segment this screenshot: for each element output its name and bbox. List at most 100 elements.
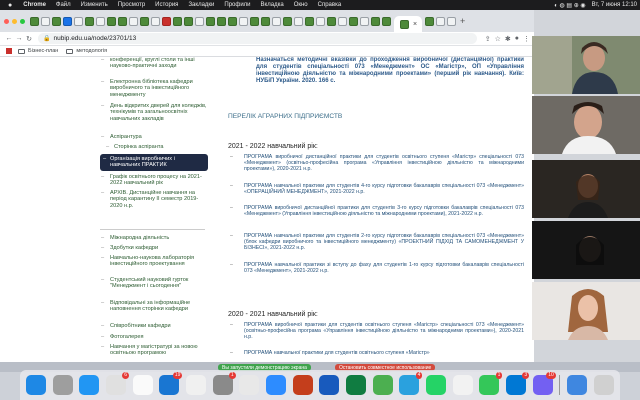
facetime-icon[interactable] xyxy=(372,375,393,395)
tab-favicon[interactable] xyxy=(283,16,292,26)
menu-view[interactable]: Просмотр xyxy=(113,2,150,8)
bookmark-folder[interactable]: методологія xyxy=(66,48,107,54)
tab-favicon[interactable] xyxy=(195,16,204,26)
apple-menu-icon[interactable]: ● xyxy=(0,2,18,9)
bookmark-folder[interactable]: Бізнес-план xyxy=(18,48,58,54)
zoom-window-icon[interactable] xyxy=(20,18,25,24)
tab-favicon[interactable] xyxy=(272,16,281,26)
reload-icon[interactable]: ↻ xyxy=(24,35,34,43)
participant-video[interactable] xyxy=(532,282,640,340)
tab-close-icon[interactable]: × xyxy=(413,21,417,28)
tab-favicon[interactable] xyxy=(96,16,105,26)
sidebar-item[interactable]: – Міжнародна діяльність xyxy=(100,235,208,241)
sidebar-item[interactable]: – Навчання у магістратурі за новою освітн… xyxy=(100,344,208,357)
sidebar-item[interactable]: – Співробітники кафедри xyxy=(100,323,208,329)
lock-icon[interactable]: 🔒 xyxy=(43,35,50,42)
bookmark-app-icon[interactable] xyxy=(6,48,12,54)
participant-video[interactable] xyxy=(532,160,640,218)
minimize-window-icon[interactable] xyxy=(12,18,17,24)
launchpad-icon[interactable] xyxy=(52,375,73,395)
finder-icon[interactable] xyxy=(26,375,46,395)
sidebar-item[interactable]: – Студентський науковий гурток "Менеджмен… xyxy=(100,277,208,290)
menu-kebab-icon[interactable]: ⋮ xyxy=(523,35,530,43)
tab-favicon[interactable] xyxy=(294,16,303,26)
tab-favicon[interactable] xyxy=(151,16,160,26)
share-icon[interactable]: ⇪ xyxy=(485,35,491,43)
participant-video[interactable] xyxy=(532,221,640,279)
tab-favicon[interactable] xyxy=(85,16,94,26)
sidebar-item[interactable]: – Відповідальні за інформаційне наповненн… xyxy=(100,300,208,313)
safari-icon[interactable] xyxy=(79,375,100,395)
tab-favicon[interactable] xyxy=(305,16,314,26)
tab-favicon[interactable] xyxy=(371,16,380,26)
app-store-icon[interactable]: 19 xyxy=(159,372,183,395)
calendar-icon[interactable] xyxy=(132,375,153,395)
close-window-icon[interactable] xyxy=(4,18,9,24)
tab-favicon[interactable] xyxy=(436,16,445,26)
menubar-clock[interactable]: Вт, 7 июня 12:10 xyxy=(589,2,640,8)
tab-favicon[interactable] xyxy=(327,16,336,26)
extensions-icon[interactable]: ✱ xyxy=(505,35,511,43)
sidebar-item[interactable]: – День відкритих дверей для коледжів, тех… xyxy=(100,103,208,122)
tab-favicon[interactable] xyxy=(425,16,434,26)
enterprises-list-link[interactable]: ПЕРЕЛІК АГРАРНИХ ПІДПРИЄМСТВ xyxy=(228,113,342,120)
trash-icon[interactable] xyxy=(593,375,614,395)
viber-icon[interactable]: 10 xyxy=(532,372,556,395)
menu-history[interactable]: История xyxy=(150,2,183,8)
tab-favicon[interactable] xyxy=(338,16,347,26)
tab-favicon[interactable] xyxy=(140,16,149,26)
address-bar[interactable]: 🔒 nubip.edu.ua/node/23701/13 xyxy=(38,33,477,44)
chrome-icon[interactable] xyxy=(239,375,260,395)
word-icon[interactable] xyxy=(319,375,340,395)
program-link[interactable]: – ПРОГРАМА виробничої дистанційної практи… xyxy=(230,205,524,217)
sidebar-item[interactable]: – конференції, круглі столи та інші науко… xyxy=(100,57,208,70)
profile-icon[interactable]: ● xyxy=(515,35,519,42)
tab-favicon[interactable] xyxy=(360,16,369,26)
status-icons[interactable]: ◐ ◍ ▤ ⊕ ◉ xyxy=(551,2,588,9)
tab-favicon[interactable] xyxy=(162,16,171,26)
url-text[interactable]: nubip.edu.ua/node/23701/13 xyxy=(53,35,136,42)
tab-favicon[interactable] xyxy=(184,16,193,26)
settings-icon[interactable]: 1 xyxy=(212,372,236,395)
tab-favicon[interactable] xyxy=(173,16,182,26)
forward-icon[interactable]: → xyxy=(14,35,24,42)
tab-favicon[interactable] xyxy=(228,16,237,26)
sidebar-item[interactable]: – Фотогалерея xyxy=(100,334,208,340)
tab-favicon[interactable] xyxy=(107,16,116,26)
sidebar-item[interactable]: – Графік освітнього процесу на 2021-2022 … xyxy=(100,174,208,187)
participant-video[interactable] xyxy=(532,96,640,154)
tab-favicon[interactable] xyxy=(217,16,226,26)
messages-icon[interactable]: 1 xyxy=(479,372,503,395)
powerpoint-icon[interactable] xyxy=(292,375,313,395)
whatsapp-icon[interactable] xyxy=(426,375,447,395)
back-icon[interactable]: ← xyxy=(4,35,14,42)
new-tab-button[interactable]: + xyxy=(460,16,465,26)
menu-file[interactable]: Файл xyxy=(51,2,76,8)
tab-favicon[interactable] xyxy=(63,16,72,26)
active-tab[interactable]: × xyxy=(394,16,422,32)
menu-edit[interactable]: Изменить xyxy=(76,2,113,8)
tab-favicon[interactable] xyxy=(41,16,50,26)
tab-favicon[interactable] xyxy=(129,16,138,26)
program-link[interactable]: – ПРОГРАМА навчальної практики для студен… xyxy=(230,233,524,252)
tab-favicon[interactable] xyxy=(316,16,325,26)
sidebar-item[interactable]: – Здобутки кафедри xyxy=(100,245,208,251)
tab-favicon[interactable] xyxy=(74,16,83,26)
menu-app-name[interactable]: Chrome xyxy=(18,2,51,8)
program-link[interactable]: – ПРОГРАМА навчальної практики для студен… xyxy=(230,183,524,195)
menu-tab[interactable]: Вкладка xyxy=(256,2,289,8)
outlook-icon[interactable]: 3 xyxy=(506,372,530,395)
menu-profiles[interactable]: Профили xyxy=(219,2,255,8)
menu-window[interactable]: Окно xyxy=(289,2,313,8)
tab-favicon[interactable] xyxy=(118,16,127,26)
photos-icon[interactable] xyxy=(186,375,207,395)
program-link[interactable]: – ПРОГРАМА навчальної практики зі вступу … xyxy=(230,262,524,274)
sidebar-item[interactable]: – Аспірантура xyxy=(100,134,208,140)
program-link[interactable]: – ПРОГРАМА виробничої практики для студен… xyxy=(230,322,524,341)
notes-icon[interactable] xyxy=(452,375,473,395)
tab-favicon[interactable] xyxy=(30,16,39,26)
tab-favicon[interactable] xyxy=(447,16,456,26)
tab-favicon[interactable] xyxy=(261,16,270,26)
tab-favicon[interactable] xyxy=(349,16,358,26)
program-link[interactable]: – ПРОГРАМА навчальної практики для студен… xyxy=(230,350,524,356)
